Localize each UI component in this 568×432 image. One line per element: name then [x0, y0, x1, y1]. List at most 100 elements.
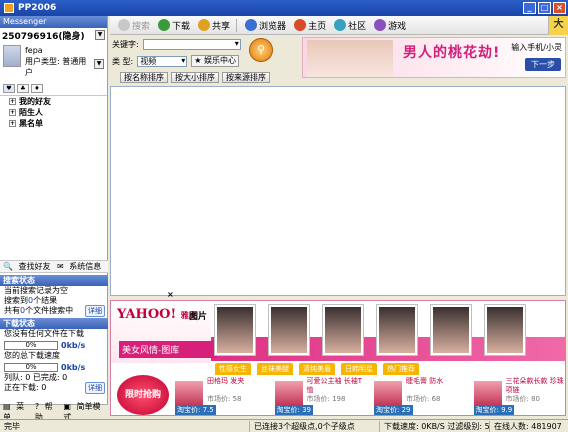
- keyword-label: 关键字:: [112, 40, 139, 49]
- result-list[interactable]: [110, 86, 566, 296]
- close-ad-icon[interactable]: ×: [167, 290, 174, 299]
- group-label: 黑名单: [19, 119, 43, 128]
- ad-section: 图片: [189, 312, 208, 322]
- flash-sale-badge[interactable]: 限时抢购: [117, 375, 169, 415]
- corner-logo: 大: [548, 16, 568, 35]
- sort-by-source-button[interactable]: 按来源排序: [222, 72, 270, 83]
- download-speed: 0kb/s: [61, 340, 86, 350]
- bottom-ad[interactable]: YAHOO! 雅虎 图片 美女风情-图库 性感女生 丝袜美腿 清纯美眉 日韩明星…: [110, 300, 566, 416]
- expand-icon[interactable]: +: [9, 98, 16, 105]
- product-market-price: 市场价: 68: [406, 395, 441, 403]
- status-text: 完毕: [0, 420, 250, 432]
- chevron-down-icon[interactable]: ▼: [95, 30, 105, 40]
- connection-status: 已连接3个超级点,0个子级点: [250, 420, 380, 432]
- tab-recent-icon[interactable]: ♦: [31, 84, 43, 93]
- user-row[interactable]: 250796916(隐身) ▼: [0, 28, 107, 42]
- product-image: [374, 381, 402, 407]
- expand-icon[interactable]: +: [9, 120, 16, 127]
- download-speed-status: 下载速度: 0KB/S 过滤级别: 5: [380, 420, 490, 432]
- ad-thumbnails: [215, 305, 525, 355]
- community-tool-button[interactable]: 社区: [334, 19, 366, 32]
- product-price: 淘宝价: 9.9: [473, 405, 515, 415]
- product-market-price: 市场价: 58: [207, 395, 242, 403]
- ad-tab[interactable]: 丝袜美腿: [257, 363, 293, 375]
- ad-thumb[interactable]: [215, 305, 255, 355]
- minimize-button[interactable]: _: [523, 2, 536, 14]
- banner-side-text: 输入手机/小灵: [511, 43, 562, 52]
- share-tool-button[interactable]: 共享: [198, 19, 230, 32]
- nickname: fepa: [24, 46, 43, 55]
- product-name: 可爱公主袖 长袖T恤: [306, 377, 363, 394]
- product-price: 淘宝价: 39: [274, 405, 313, 415]
- ad-tab[interactable]: 热门推荐: [383, 363, 419, 375]
- ad-tab[interactable]: 性感女生: [215, 363, 251, 375]
- ad-products: 限时抢购 田格玛 发夹 市场价: 58 淘宝价: 7.5 可爱公主袖 长袖T恤 …: [111, 375, 566, 415]
- product-image: [473, 381, 502, 407]
- app-icon: [4, 3, 14, 13]
- group-label: 陌生人: [19, 108, 43, 117]
- product-market-price: 市场价: 80: [505, 395, 541, 403]
- search-status-title: 搜索状态: [0, 275, 108, 286]
- game-icon: [374, 19, 387, 31]
- product-name: 田格玛 发夹: [207, 377, 245, 385]
- ad-thumb[interactable]: [485, 305, 525, 355]
- group-strangers[interactable]: + 陌生人: [0, 107, 107, 118]
- total-speed: 0kb/s: [61, 362, 86, 372]
- product-card[interactable]: 可爱公主袖 长袖T恤 市场价: 198 淘宝价: 39: [273, 375, 369, 415]
- top-banner-ad[interactable]: 男人的桃花劫! 输入手机/小灵 下一步: [302, 37, 566, 78]
- search-icon: [118, 19, 130, 31]
- banner-next-button[interactable]: 下一步: [525, 58, 561, 71]
- type-select[interactable]: 视频: [137, 55, 188, 67]
- banner-title: 男人的桃花劫!: [403, 45, 501, 61]
- keyword-input[interactable]: [142, 39, 241, 50]
- search-detail-button[interactable]: 详细: [85, 305, 105, 317]
- product-image: [175, 381, 203, 407]
- expand-icon[interactable]: +: [9, 109, 16, 116]
- entertainment-center-button[interactable]: ★ 娱乐中心: [191, 55, 239, 67]
- system-message-button[interactable]: ✉ 系统信息: [54, 261, 108, 272]
- download-detail-button[interactable]: 详细: [85, 382, 105, 394]
- group-blacklist[interactable]: + 黑名单: [0, 118, 107, 129]
- sort-by-name-button[interactable]: 按名称排序: [120, 72, 168, 83]
- sort-by-size-button[interactable]: 按大小排序: [171, 72, 219, 83]
- title-bar: PP2006 _ □ ×: [0, 0, 568, 16]
- ad-thumb[interactable]: [323, 305, 363, 355]
- product-card[interactable]: 三花朵款长款 珍珠项链 市场价: 80 淘宝价: 9.9: [472, 375, 566, 415]
- community-icon: [334, 19, 347, 31]
- user-id: 250796916(隐身): [2, 31, 85, 42]
- tab-groups-icon[interactable]: ♣: [17, 84, 29, 93]
- profile-menu-icon[interactable]: ▼: [94, 59, 104, 69]
- ad-tab[interactable]: 清纯美眉: [299, 363, 335, 375]
- browser-icon: [245, 19, 258, 31]
- search-go-button[interactable]: ⚲: [249, 38, 273, 62]
- group-friends[interactable]: + 我的好友: [0, 96, 107, 107]
- game-tool-button[interactable]: 游戏: [374, 19, 406, 32]
- ad-tab[interactable]: 日韩明星: [341, 363, 377, 375]
- group-label: 我的好友: [19, 97, 51, 106]
- maximize-button[interactable]: □: [538, 2, 551, 14]
- type-label: 类 型:: [112, 56, 134, 66]
- product-price: 淘宝价: 7.5: [175, 405, 216, 415]
- downloading-line: 正在下载: 0 详细: [0, 382, 108, 394]
- home-tool-button[interactable]: 主页: [294, 19, 326, 32]
- product-card[interactable]: 睫毛膏 防水 市场价: 68 淘宝价: 29: [372, 375, 468, 415]
- tab-friends-icon[interactable]: ♥: [3, 84, 15, 93]
- close-button[interactable]: ×: [553, 2, 566, 14]
- ad-thumb[interactable]: [269, 305, 309, 355]
- browser-tool-button[interactable]: 浏览器: [245, 19, 286, 32]
- ad-thumb[interactable]: [377, 305, 417, 355]
- search-form: 关键字: 类 型: 视频 ★ 娱乐中心 ⚲ 按名称排序 按大小排序 按来源排序: [110, 36, 300, 84]
- find-friend-button[interactable]: 🔍 查找好友: [0, 261, 54, 272]
- product-image: [274, 381, 303, 407]
- ad-thumb[interactable]: [431, 305, 471, 355]
- search-tool-button[interactable]: 搜索: [118, 19, 150, 32]
- product-name: 三花朵款长款 珍珠项链: [505, 377, 564, 394]
- download-tool-button[interactable]: 下载: [158, 19, 190, 32]
- avatar[interactable]: [3, 45, 21, 67]
- download-status-title: 下载状态: [0, 318, 108, 329]
- search-status-line: 当前搜索记录为空: [4, 286, 68, 295]
- ad-tabs: 性感女生 丝袜美腿 清纯美眉 日韩明星 热门推荐: [215, 363, 419, 375]
- download-icon: [158, 19, 171, 31]
- product-card[interactable]: 田格玛 发夹 市场价: 58 淘宝价: 7.5: [173, 375, 269, 415]
- ad-caption: 美女风情-图库: [119, 341, 217, 358]
